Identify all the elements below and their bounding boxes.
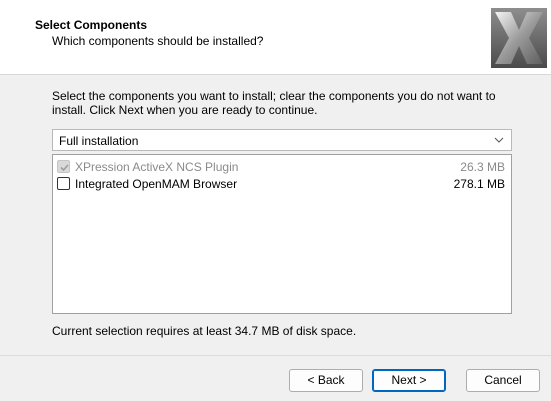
component-row: Integrated OpenMAM Browser 278.1 MB (57, 176, 507, 192)
components-list[interactable]: XPression ActiveX NCS Plugin 26.3 MB Int… (52, 154, 512, 314)
page-title: Select Components (35, 18, 148, 32)
wizard-header: Select Components Which components shoul… (0, 0, 551, 75)
disk-space-note: Current selection requires at least 34.7… (52, 324, 357, 338)
install-type-value: Full installation (59, 134, 139, 148)
component-checkbox[interactable] (57, 177, 70, 190)
back-button[interactable]: < Back (289, 369, 363, 392)
component-name: Integrated OpenMAM Browser (75, 177, 238, 191)
cancel-button[interactable]: Cancel (466, 369, 540, 392)
component-checkbox[interactable] (57, 160, 70, 173)
footer-divider (0, 355, 551, 356)
next-button[interactable]: Next > (372, 369, 446, 392)
x-logo-icon (491, 8, 547, 68)
chevron-down-icon (494, 137, 504, 143)
component-size: 26.3 MB (460, 160, 505, 174)
checkmark-icon (60, 164, 69, 172)
component-name: XPression ActiveX NCS Plugin (75, 160, 239, 174)
install-type-select[interactable]: Full installation (52, 129, 512, 151)
component-size: 278.1 MB (453, 177, 505, 191)
component-row: XPression ActiveX NCS Plugin 26.3 MB (57, 159, 507, 175)
page-subtitle: Which components should be installed? (52, 34, 264, 48)
instructions-text: Select the components you want to instal… (52, 89, 496, 117)
